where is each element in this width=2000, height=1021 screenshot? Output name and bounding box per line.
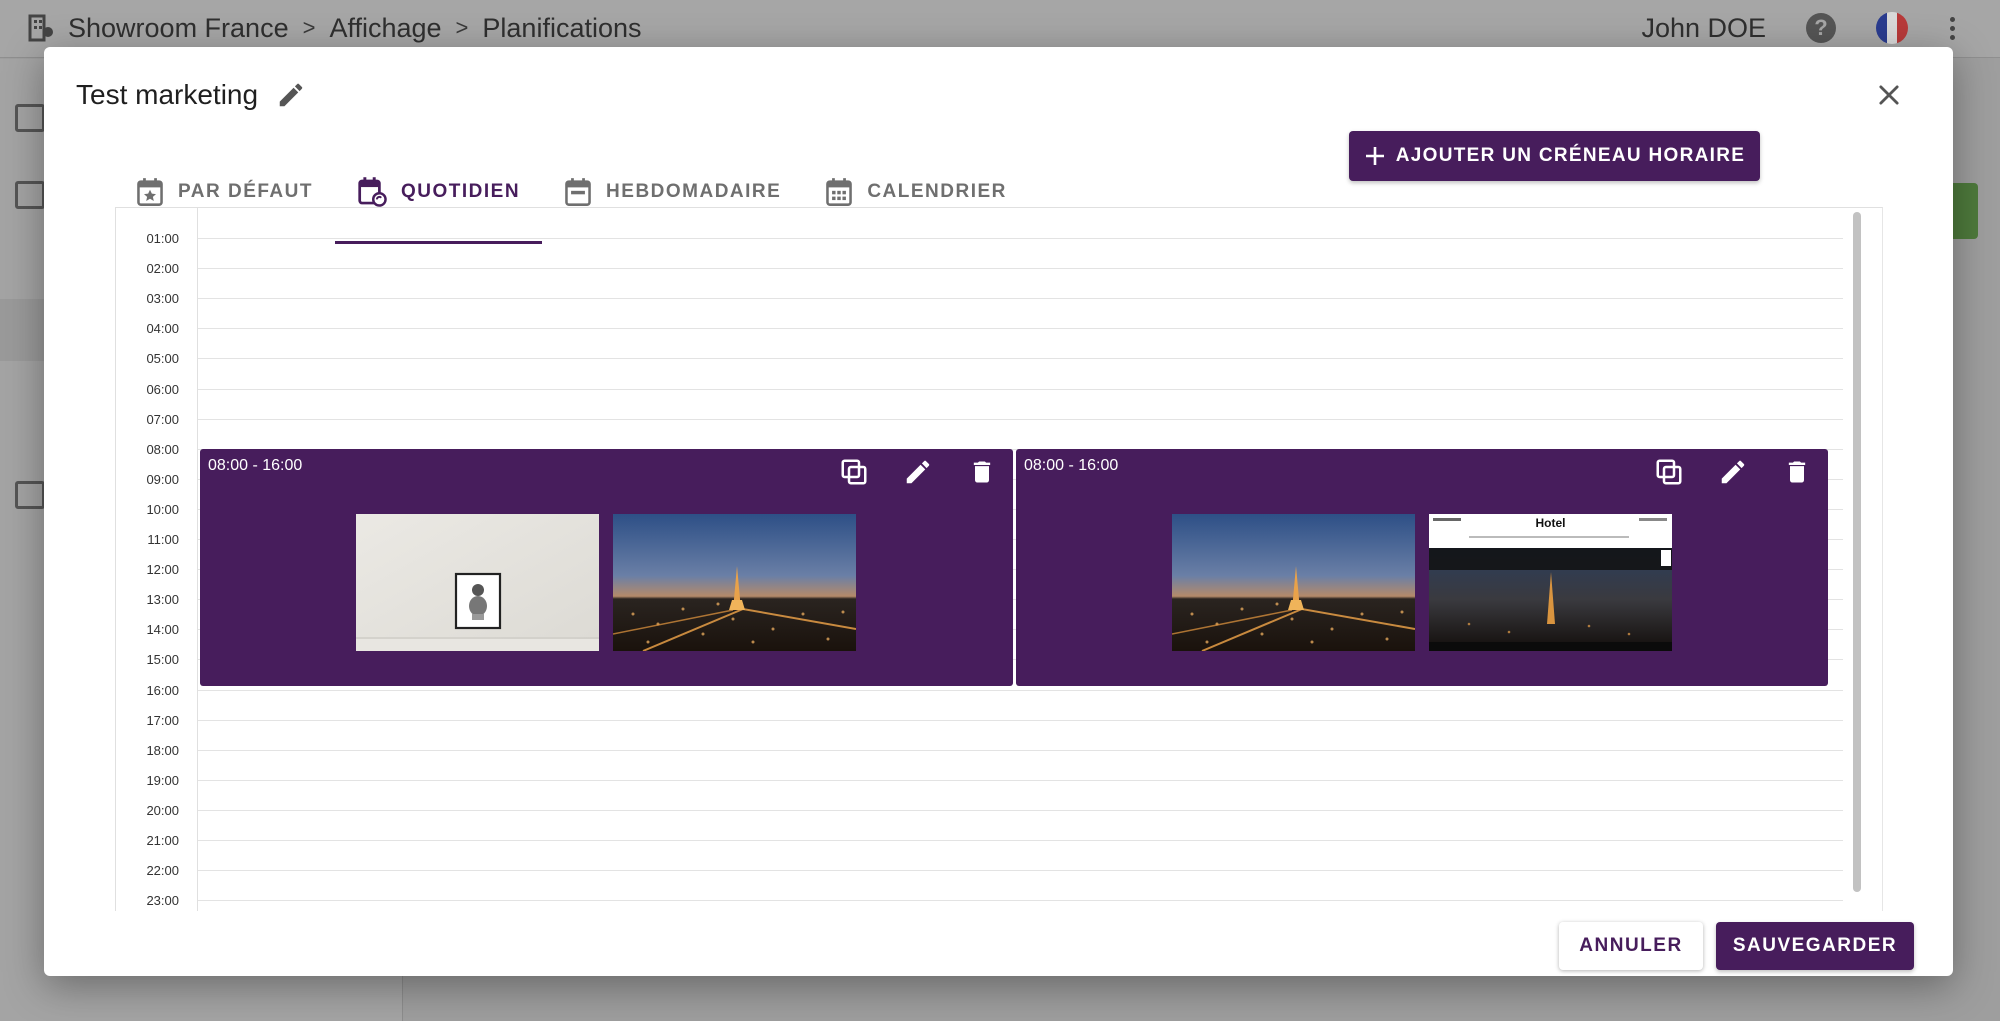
save-button[interactable]: SAUVEGARDER	[1716, 922, 1914, 970]
breadcrumb-item-planifications: Planifications	[482, 12, 642, 43]
hour-grid-line	[198, 870, 1843, 872]
topbar-actions: John DOE ?	[1641, 8, 1956, 48]
hour-label: 05:00	[146, 351, 179, 367]
media-thumbnail-paris-night[interactable]	[1172, 514, 1415, 651]
tab-par-defaut-label: PAR DÉFAUT	[178, 180, 313, 202]
hour-label: 16:00	[146, 682, 179, 698]
schedule-dialog: Test marketing PAR DÉFAUT QUOTIDIEN HEBD…	[44, 47, 1953, 976]
chevron-right-icon: >	[302, 15, 316, 40]
edit-title-icon[interactable]	[276, 80, 306, 110]
hour-grid-line	[198, 328, 1843, 330]
calendar-scrollbar[interactable]	[1850, 212, 1864, 892]
dialog-title: Test marketing	[76, 79, 259, 110]
hour-label: 06:00	[146, 381, 179, 397]
hour-grid-line	[198, 840, 1843, 841]
calendar-week-icon	[565, 177, 591, 206]
duplicate-icon[interactable]	[1652, 455, 1686, 489]
hour-label: 02:00	[146, 261, 179, 277]
edit-icon[interactable]	[1716, 455, 1750, 489]
slot-actions	[837, 455, 999, 489]
hour-label: 21:00	[146, 833, 179, 848]
chevron-right-icon: >	[455, 15, 469, 40]
hour-label: 20:00	[146, 802, 179, 818]
hour-label: 01:00	[146, 231, 179, 246]
hour-label: 19:00	[146, 772, 179, 788]
help-icon[interactable]: ?	[1806, 13, 1836, 43]
hotel-screen-title: Hotel	[1535, 516, 1566, 530]
hour-label: 15:00	[146, 652, 179, 668]
hour-label: 08:00	[146, 441, 179, 457]
calendar-sync-icon	[358, 176, 387, 207]
hour-label: 09:00	[146, 471, 179, 487]
hour-column: 01:00 02:00 03:00 04:00 05:00 06:00 07:00 08:00…	[116, 208, 198, 911]
hour-grid-line	[198, 900, 1843, 902]
hour-grid-line	[198, 719, 1843, 721]
user-name[interactable]: John DOE	[1641, 13, 1766, 44]
hour-grid-line	[198, 358, 1843, 360]
hour-grid-line	[198, 689, 1843, 691]
delete-icon[interactable]	[965, 455, 999, 489]
time-slot-2[interactable]: 08:00 - 16:00 Hotel	[1016, 449, 1828, 686]
tab-quotidien-label: QUOTIDIEN	[400, 180, 521, 202]
hour-grid-line	[198, 749, 1843, 751]
media-thumbnail-paris-night[interactable]	[613, 514, 856, 651]
close-icon[interactable]	[1871, 77, 1907, 113]
breadcrumb-item-showroom[interactable]: Showroom France	[68, 13, 289, 44]
hour-label: 17:00	[146, 712, 179, 728]
scrollbar-thumb[interactable]	[1853, 212, 1861, 892]
calendar-star-icon	[137, 177, 163, 206]
hour-grid-line	[198, 418, 1843, 420]
duplicate-icon[interactable]	[837, 455, 871, 489]
hour-grid-line	[198, 238, 1843, 239]
time-slot-range: 08:00 - 16:00	[208, 457, 303, 474]
edit-icon[interactable]	[901, 455, 935, 489]
image-icon[interactable]	[15, 481, 45, 509]
hour-label: 14:00	[146, 622, 179, 638]
dialog-header: Test marketing	[76, 75, 306, 115]
hour-label: 23:00	[146, 893, 179, 909]
breadcrumb: Showroom France > Affichage > Planificat…	[28, 10, 642, 46]
building-location-icon	[28, 14, 53, 42]
delete-icon[interactable]	[1780, 455, 1814, 489]
hour-label: 04:00	[146, 321, 179, 337]
hour-label: 11:00	[147, 532, 179, 547]
language-flag-icon[interactable]	[1876, 12, 1908, 44]
tab-calendrier-label: CALENDRIER	[867, 180, 1007, 202]
hour-label: 18:00	[146, 742, 179, 758]
add-time-slot-label: AJOUTER UN CRÉNEAU HORAIRE	[1395, 145, 1746, 166]
hour-grid-line	[198, 809, 1843, 811]
hour-label: 22:00	[146, 863, 179, 879]
hour-grid-line	[198, 268, 1843, 270]
more-vert-icon[interactable]	[1948, 16, 1956, 40]
calendar-month-icon	[826, 177, 853, 206]
display-icon[interactable]	[15, 181, 45, 209]
slot-actions	[1652, 455, 1814, 489]
cancel-button[interactable]: ANNULER	[1559, 922, 1703, 970]
hour-grid-line	[198, 298, 1843, 300]
plus-icon	[1365, 147, 1384, 165]
hour-label: 10:00	[146, 501, 179, 517]
hour-label: 03:00	[146, 291, 179, 307]
hour-grid-line	[198, 779, 1843, 781]
hour-grid-line	[198, 388, 1843, 390]
hour-label: 12:00	[146, 562, 179, 578]
media-thumbnail-framed-picture[interactable]	[356, 514, 599, 651]
hour-label: 07:00	[146, 411, 179, 427]
breadcrumb-item-affichage[interactable]: Affichage	[329, 13, 441, 44]
add-time-slot-button[interactable]: AJOUTER UN CRÉNEAU HORAIRE	[1349, 131, 1760, 181]
hour-label: 13:00	[146, 592, 179, 608]
dashboard-icon[interactable]	[15, 104, 45, 132]
tab-hebdomadaire-label: HEBDOMADAIRE	[606, 180, 782, 202]
day-schedule-calendar: 01:00 02:00 03:00 04:00 05:00 06:00 07:00 08:00…	[115, 207, 1883, 911]
time-slot-1[interactable]: 08:00 - 16:00	[200, 449, 1013, 686]
time-slot-range: 08:00 - 16:00	[1024, 457, 1119, 474]
media-thumbnail-hotel-screen[interactable]: Hotel	[1429, 514, 1672, 651]
